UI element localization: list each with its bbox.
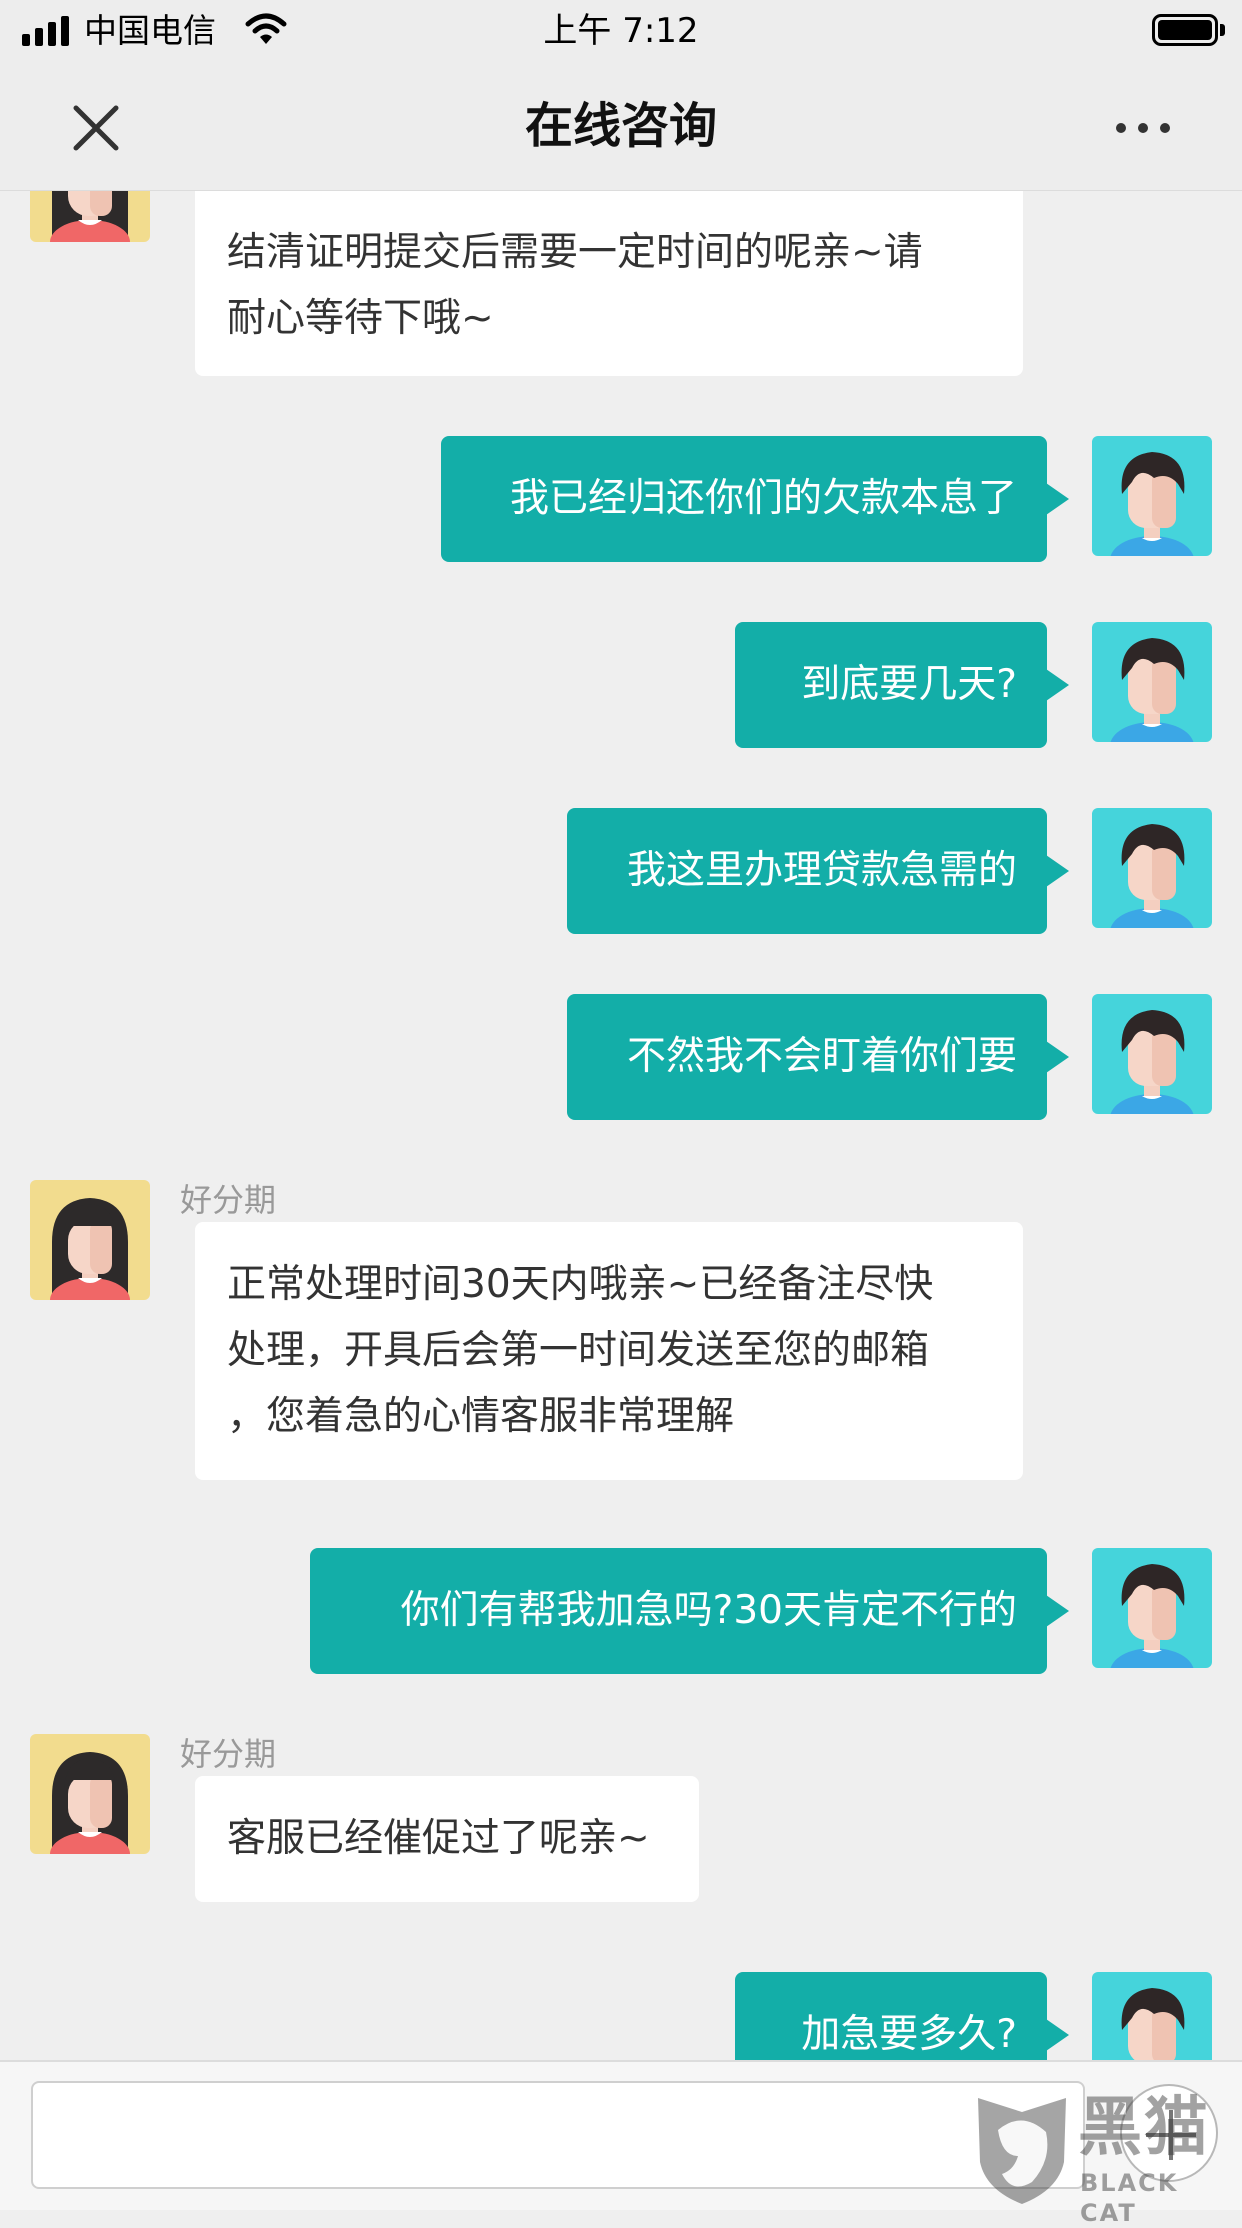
cat-logo-icon (978, 2098, 1066, 2204)
message-text: 你们有帮我加急吗?30天肯定不行的 (400, 1588, 1017, 1633)
watermark-subtext: BLACK CAT (1080, 2169, 1179, 2227)
nav-bar: 在线咨询 (0, 62, 1242, 191)
status-time: 上午 7:12 (543, 11, 699, 51)
message-text: 结清证明提交后需要一定时间的呢亲~请 (227, 230, 923, 275)
message-bubble[interactable]: 正常处理时间30天内哦亲~已经备注尽快 处理，开具后会第一时间发送至您的邮箱 ，… (195, 1222, 1023, 1480)
message-bubble[interactable]: 我这里办理贷款急需的 (567, 808, 1069, 934)
chat-message-list[interactable]: 结清证明提交后需要一定时间的呢亲~请 耐心等待下哦~ 我已经归还你们的欠款本息了… (0, 190, 1242, 2060)
message-text: 我已经归还你们的欠款本息了 (509, 476, 1017, 521)
message-bubble[interactable]: 结清证明提交后需要一定时间的呢亲~请 耐心等待下哦~ (195, 190, 1023, 376)
agent-avatar[interactable] (30, 1180, 150, 1300)
message-text: 客服已经催促过了呢亲~ (227, 1816, 650, 1861)
message-text: 处理，开具后会第一时间发送至您的邮箱 (227, 1328, 930, 1373)
message-bubble[interactable]: 不然我不会盯着你们要 (567, 994, 1069, 1120)
message-text: ，您着急的心情客服非常理解 (227, 1394, 735, 1439)
message-bubble[interactable]: 加急要多久? (735, 1972, 1069, 2060)
message-text: 我这里办理贷款急需的 (626, 848, 1017, 893)
sender-name: 好分期 (180, 1735, 277, 1773)
watermark-text: 黑猫 (1078, 2091, 1210, 2165)
message-input[interactable] (31, 2081, 1085, 2189)
user-avatar[interactable] (1092, 1972, 1212, 2060)
agent-avatar[interactable] (30, 190, 150, 242)
battery-tip (1220, 24, 1225, 36)
message-text: 到底要几天? (801, 662, 1017, 707)
message-text: 加急要多久? (801, 2012, 1017, 2057)
message-text: 正常处理时间30天内哦亲~已经备注尽快 (227, 1262, 934, 1307)
more-options-icon[interactable] (1116, 116, 1176, 140)
page-title: 在线咨询 (524, 98, 717, 154)
message-text: 不然我不会盯着你们要 (626, 1034, 1017, 1079)
user-avatar[interactable] (1092, 808, 1212, 928)
message-bubble[interactable]: 你们有帮我加急吗?30天肯定不行的 (310, 1548, 1069, 1674)
status-bar: 中国电信 上午 7:12 (0, 0, 1242, 62)
message-text: 耐心等待下哦~ (227, 296, 494, 341)
message-bubble[interactable]: 客服已经催促过了呢亲~ (195, 1776, 699, 1902)
user-avatar[interactable] (1092, 622, 1212, 742)
user-avatar[interactable] (1092, 436, 1212, 556)
sender-name: 好分期 (180, 1181, 277, 1219)
user-avatar[interactable] (1092, 994, 1212, 1114)
message-bubble[interactable]: 到底要几天? (735, 622, 1069, 748)
battery-icon (1152, 14, 1218, 46)
watermark: 黑猫 BLACK CAT (968, 2090, 1238, 2227)
agent-avatar[interactable] (30, 1734, 150, 1854)
message-bubble[interactable]: 我已经归还你们的欠款本息了 (441, 436, 1069, 562)
user-avatar[interactable] (1092, 1548, 1212, 1668)
